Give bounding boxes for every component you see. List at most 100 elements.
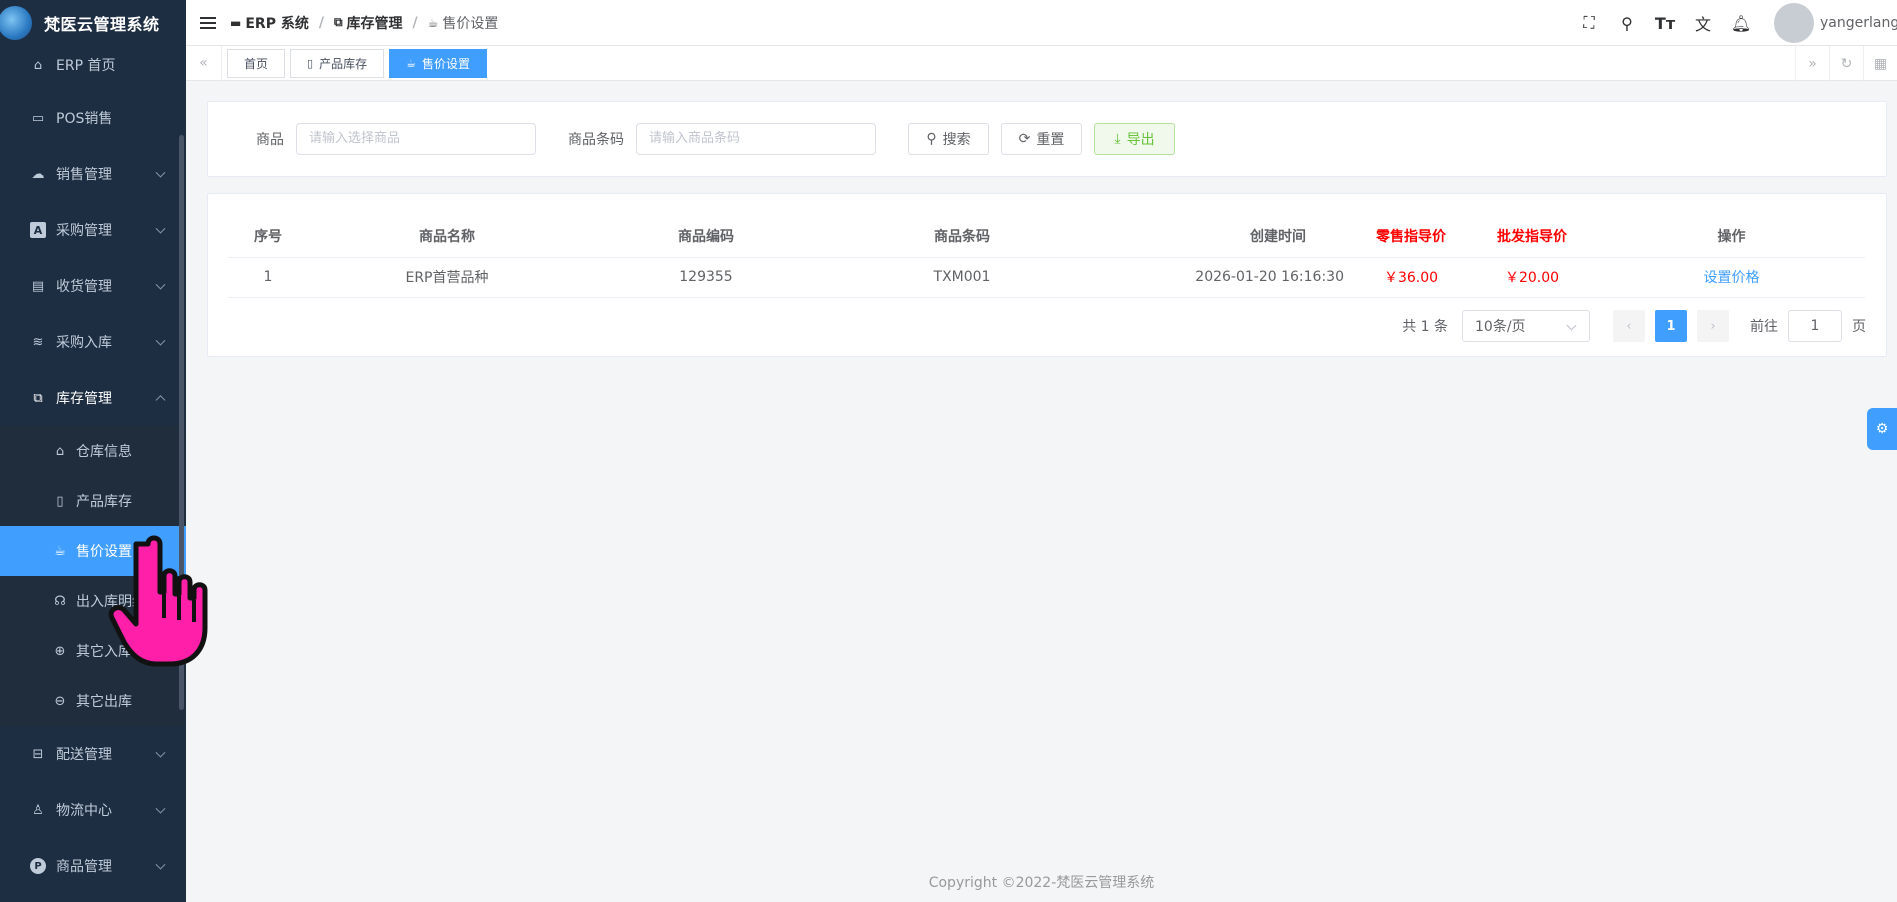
- tags-actions: » ↻ ▦: [1795, 46, 1897, 81]
- col-header-name: 商品名称: [308, 216, 586, 258]
- page-number-button[interactable]: 1: [1655, 310, 1687, 342]
- sidebar-item-logistics[interactable]: ♙ 物流中心: [0, 782, 186, 838]
- pagination-total: 共 1 条: [1402, 319, 1448, 335]
- chevron-up-icon: [155, 395, 166, 406]
- tags-scroll-right-icon[interactable]: »: [1795, 46, 1829, 81]
- goto-label: 前往: [1750, 319, 1778, 335]
- product-select-input[interactable]: 请输入选择商品: [296, 123, 536, 155]
- sidebar-item-products[interactable]: P 商品管理: [0, 838, 186, 894]
- breadcrumb-label: ERP 系统: [245, 15, 309, 32]
- cell-code: 129355: [586, 257, 826, 298]
- avatar[interactable]: [1774, 3, 1814, 43]
- card-icon: ▤: [31, 278, 45, 294]
- sidebar-item-label: POS销售: [56, 111, 113, 127]
- font-size-icon[interactable]: Tт: [1646, 14, 1684, 33]
- cell-retail-price: ￥36.00: [1356, 257, 1466, 298]
- col-header-created: 创建时间: [1098, 216, 1356, 258]
- coffee-cup-icon: ☕: [406, 56, 416, 70]
- sidebar-item-label: ERP 首页: [56, 58, 116, 74]
- table-row: 1 ERP首营品种 129355 TXM001 2026-01-20 16:16…: [228, 257, 1865, 298]
- reset-button[interactable]: ⟳ 重置: [1001, 123, 1082, 155]
- pointer-hand-cursor-icon: [108, 535, 208, 667]
- col-header-barcode: 商品条码: [826, 216, 1098, 258]
- price-table-card: 序号 商品名称 商品编码 商品条码 创建时间 零售指导价 批发指导价 操作 1 …: [207, 193, 1887, 357]
- coffee-cup-icon: ☕: [427, 15, 439, 30]
- breadcrumb-item: ☕ 售价设置: [428, 13, 499, 33]
- barcode-input[interactable]: 请输入商品条码: [636, 123, 876, 155]
- cup-icon: ▯: [307, 56, 314, 70]
- col-header-action: 操作: [1598, 216, 1865, 258]
- zoom-in-icon: ⊕: [54, 643, 66, 659]
- sidebar-item-purchase[interactable]: A 采购管理: [0, 202, 186, 258]
- search-button-label: 搜索: [942, 132, 971, 148]
- hamburger-icon[interactable]: [200, 16, 216, 29]
- pos-icon: ▭: [31, 110, 45, 126]
- breadcrumb-item[interactable]: ⧉ 库存管理: [334, 13, 403, 33]
- p-circle-icon: P: [30, 858, 46, 874]
- sidebar-subitem-label: 其它出库: [76, 694, 132, 710]
- top-header: ▬ ERP 系统 / ⧉ 库存管理 / ☕ 售价设置 ⛶ ⚲ Tт 文 🔔︎ yang…: [186, 0, 1897, 46]
- search-icon[interactable]: ⚲: [1608, 14, 1646, 33]
- tag-price-settings[interactable]: ☕ 售价设置: [389, 48, 487, 78]
- inventory-icon: ⧉: [333, 15, 343, 29]
- grid-menu-icon[interactable]: ▦: [1863, 46, 1897, 81]
- breadcrumb-label: 售价设置: [442, 15, 499, 32]
- sidebar-subitem-other-outbound[interactable]: ⊖ 其它出库: [0, 676, 186, 726]
- bell-icon[interactable]: 🔔︎: [1722, 14, 1760, 33]
- sidebar-subitem-label: 仓库信息: [76, 444, 132, 460]
- chevron-down-icon: [155, 167, 166, 178]
- set-price-link[interactable]: 设置价格: [1704, 270, 1760, 286]
- sidebar-subitem-product-stock[interactable]: ▯ 产品库存: [0, 476, 186, 526]
- fullscreen-icon[interactable]: ⛶: [1570, 13, 1608, 33]
- database-icon: ≋: [32, 334, 44, 350]
- username[interactable]: yangerlang: [1820, 15, 1897, 31]
- headset-icon: ☊: [54, 593, 66, 609]
- app-title: 梵医云管理系统: [44, 15, 160, 34]
- tag-product-stock[interactable]: ▯ 产品库存: [290, 48, 385, 78]
- export-button[interactable]: ⤓ 导出: [1094, 123, 1175, 155]
- purchase-icon: A: [30, 222, 46, 238]
- sidebar-item-label: 物流中心: [56, 803, 112, 819]
- sidebar-item-label: 库存管理: [56, 391, 112, 407]
- settings-gear-button[interactable]: ⚙: [1867, 408, 1897, 450]
- tags-scroll-left-icon[interactable]: «: [186, 45, 222, 81]
- cell-name: ERP首营品种: [308, 257, 586, 298]
- tag-label: 产品库存: [319, 56, 368, 71]
- sidebar-item-erp-home[interactable]: ⌂ ERP 首页: [0, 40, 186, 90]
- translate-icon[interactable]: 文: [1684, 11, 1722, 35]
- cell-wholesale-price: ￥20.00: [1466, 257, 1598, 298]
- search-form: 商品 请输入选择商品 商品条码 请输入商品条码 ⚲ 搜索 ⟳ 重置 ⤓ 导出: [207, 101, 1887, 177]
- goto-page-input[interactable]: 1: [1788, 310, 1842, 342]
- table-header-row: 序号 商品名称 商品编码 商品条码 创建时间 零售指导价 批发指导价 操作: [228, 216, 1865, 258]
- tag-label: 首页: [244, 56, 269, 71]
- sidebar-subitem-label: 产品库存: [76, 494, 132, 510]
- sidebar-item-delivery[interactable]: ⊟ 配送管理: [0, 726, 186, 782]
- sidebar-subitem-warehouse[interactable]: ⌂ 仓库信息: [0, 426, 186, 476]
- search-icon: ⚲: [926, 131, 937, 147]
- page-size-select[interactable]: 10条/页: [1462, 310, 1590, 342]
- pagination: 共 1 条 10条/页 ‹ 1 › 前往 1 页: [1402, 310, 1866, 342]
- tag-home[interactable]: 首页: [227, 48, 286, 78]
- sidebar-item-sales[interactable]: ☁ 销售管理: [0, 146, 186, 202]
- cup-icon: ▯: [56, 493, 64, 509]
- sidebar-item-label: 商品管理: [56, 859, 112, 875]
- search-button[interactable]: ⚲ 搜索: [908, 123, 989, 155]
- sidebar-item-inventory[interactable]: ⧉ 库存管理: [0, 370, 186, 426]
- prev-page-button[interactable]: ‹: [1613, 310, 1645, 342]
- coffee-cup-icon: ☕: [54, 543, 66, 559]
- cell-no: 1: [228, 257, 308, 298]
- user-icon: ♙: [32, 802, 44, 818]
- cloud-icon: ☁: [31, 166, 45, 182]
- tag-label: 售价设置: [421, 56, 470, 71]
- refresh-icon[interactable]: ↻: [1829, 46, 1863, 81]
- price-table: 序号 商品名称 商品编码 商品条码 创建时间 零售指导价 批发指导价 操作 1 …: [228, 216, 1865, 298]
- next-page-button[interactable]: ›: [1697, 310, 1729, 342]
- breadcrumb-item[interactable]: ▬ ERP 系统: [230, 13, 309, 33]
- sidebar-item-purchase-inbound[interactable]: ≋ 采购入库: [0, 314, 186, 370]
- chevron-down-icon: [155, 279, 166, 290]
- barcode-label: 商品条码: [568, 132, 624, 148]
- sidebar-menu: ⌂ ERP 首页 ▭ POS销售 ☁ 销售管理 A 采购管理 ▤ 收货管理 ≋ …: [0, 46, 186, 894]
- gear-icon: ⚙: [1875, 421, 1889, 437]
- sidebar-item-receiving[interactable]: ▤ 收货管理: [0, 258, 186, 314]
- sidebar-item-pos[interactable]: ▭ POS销售: [0, 90, 186, 146]
